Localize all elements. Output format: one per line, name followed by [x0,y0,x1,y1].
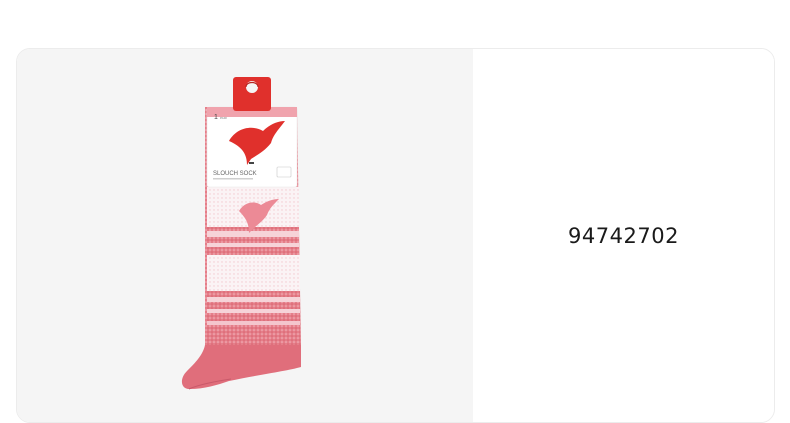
sock-stripe [207,309,300,313]
sock-stripe [207,231,299,237]
sock-stripe [207,243,299,247]
product-image[interactable]: 1 PAIR SLOUCH SOCK [17,49,473,422]
tag-pair-unit: PAIR [220,116,228,120]
product-info: 94742702 [473,49,774,422]
sock-illustration: 1 PAIR SLOUCH SOCK [181,77,301,390]
tag-pair-count: 1 [214,114,218,121]
sock-foot [181,345,301,389]
tag-label: SLOUCH SOCK [213,171,257,177]
product-code: 94742702 [568,223,679,248]
product-card: 1 PAIR SLOUCH SOCK 94742702 [16,48,775,423]
sock-stripe [207,297,300,302]
sock-stripe [207,255,300,291]
sock-stripe [207,321,300,325]
